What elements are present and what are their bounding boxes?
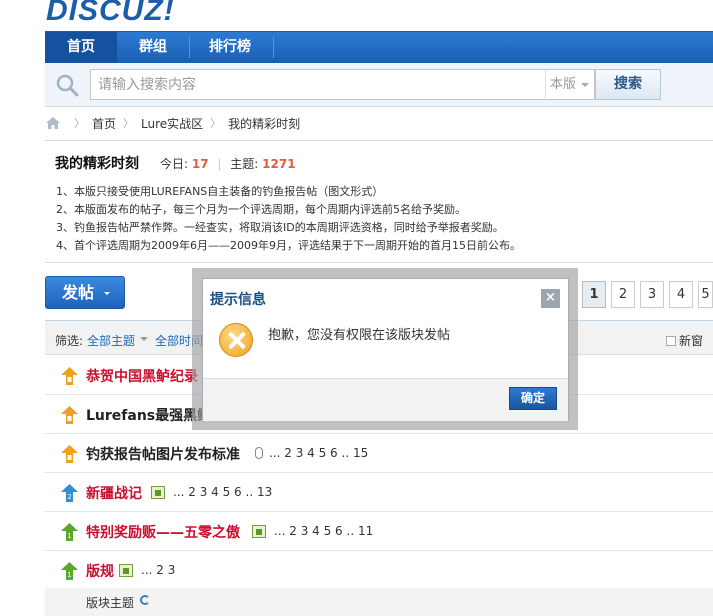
search-icon bbox=[56, 74, 79, 97]
rule-line: 2、本版面发布的帖子，每三个月为一个评选周期，每个周期内评选前5名给予奖励。 bbox=[56, 203, 466, 216]
thread-title[interactable]: 特别奖励贩——五零之傲 bbox=[86, 522, 240, 542]
stats-divider: | bbox=[217, 157, 222, 171]
thread-page-links[interactable]: ... 2 3 4 5 6 .. 15 bbox=[269, 446, 368, 460]
forum-title[interactable]: 我的精彩时刻 bbox=[55, 153, 139, 173]
rule-line: 4、首个评选周期为2009年6月——2009年9月，评选结果于下一周期开始的首月… bbox=[56, 239, 521, 252]
page-4[interactable]: 4 bbox=[669, 281, 693, 308]
announcement-icon bbox=[61, 445, 78, 463]
sticky-green-icon: 1 bbox=[61, 523, 78, 541]
close-icon[interactable]: × bbox=[541, 289, 560, 308]
announcement-icon bbox=[61, 367, 78, 385]
new-post-button[interactable]: 发帖 bbox=[45, 276, 125, 309]
search-scope-label: 本版 bbox=[550, 77, 577, 92]
filter-all-topics[interactable]: 全部主题 bbox=[87, 332, 135, 349]
breadcrumb-current[interactable]: 我的精彩时刻 bbox=[228, 115, 300, 132]
error-icon bbox=[219, 323, 253, 357]
topics-count: 1271 bbox=[262, 157, 296, 171]
rule-line: 3、钓鱼报告帖严禁作弊。一经查实，将取消该ID的本周期评选资格，同时给予举报者奖… bbox=[56, 221, 504, 234]
breadcrumb-home[interactable]: 首页 bbox=[92, 115, 116, 132]
breadcrumb-separator: 〉 bbox=[74, 117, 85, 130]
forum-rules: 1、本版只接受使用LUREFANS自主装备的钓鱼报告帖（图文形式） 2、本版面发… bbox=[56, 183, 521, 255]
thread-title[interactable]: 钓获报告帖图片发布标准 bbox=[86, 444, 240, 464]
thread-pages: ... 2 3 bbox=[119, 563, 175, 577]
breadcrumb-lure[interactable]: Lure实战区 bbox=[141, 115, 203, 132]
new-window-label: 新窗 bbox=[679, 334, 704, 348]
sticky-blue-icon: 2 bbox=[61, 484, 78, 502]
today-count: 17 bbox=[191, 157, 209, 171]
rule-line: 1、本版只接受使用LUREFANS自主装备的钓鱼报告帖（图文形式） bbox=[56, 185, 384, 198]
nav-ranking[interactable]: 排行榜 bbox=[190, 32, 270, 63]
chevron-down-icon[interactable] bbox=[140, 337, 148, 341]
new-window-toggle[interactable]: 新窗 bbox=[666, 332, 703, 349]
board-topics-label[interactable]: 版块主题 bbox=[86, 594, 134, 611]
main-nav: 首页 群组 排行榜 bbox=[45, 31, 713, 63]
page-5[interactable]: 5 bbox=[698, 281, 713, 308]
thread-pages: ... 2 3 4 5 6 .. 15 bbox=[255, 446, 368, 460]
search-scope-select[interactable]: 本版 bbox=[545, 69, 595, 100]
breadcrumb: 〉 首页 〉 Lure实战区 〉 我的精彩时刻 bbox=[45, 114, 300, 132]
svg-text:2: 2 bbox=[67, 493, 71, 501]
new-post-label: 发帖 bbox=[62, 283, 95, 302]
thread-row: 钓获报告帖图片发布标准 ... 2 3 4 5 6 .. 15 bbox=[45, 434, 713, 473]
thread-page-links[interactable]: ... 2 3 4 5 6 .. 11 bbox=[274, 524, 373, 538]
breadcrumb-separator: 〉 bbox=[123, 117, 135, 130]
thread-row: 2 新疆战记 ... 2 3 4 5 6 .. 13 bbox=[45, 473, 713, 512]
home-icon[interactable] bbox=[45, 116, 61, 130]
thread-page-links[interactable]: ... 2 3 4 5 6 .. 13 bbox=[173, 485, 272, 499]
thread-title[interactable]: 新疆战记 bbox=[86, 483, 142, 503]
forum-stats: 今日: 17 | 主题: 1271 bbox=[160, 155, 296, 172]
search-button[interactable]: 搜索 bbox=[595, 69, 661, 100]
forum-header: 我的精彩时刻 今日: 17 | 主题: 1271 1、本版只接受使用LUREFA… bbox=[45, 140, 713, 263]
page-1[interactable]: 1 bbox=[582, 281, 606, 308]
nav-groups[interactable]: 群组 bbox=[117, 32, 189, 63]
permission-dialog: 提示信息 × 抱歉，您没有权限在该版块发帖 确定 bbox=[202, 278, 569, 421]
chevron-down-icon bbox=[581, 83, 589, 87]
nav-divider bbox=[273, 37, 274, 58]
thread-title[interactable]: 恭贺中国黑鲈纪录 bbox=[86, 366, 198, 386]
thread-row: 1 版规 ... 2 3 bbox=[45, 551, 713, 590]
dialog-footer: 确定 bbox=[203, 378, 568, 421]
attachment-icon bbox=[255, 447, 263, 459]
page-2[interactable]: 2 bbox=[611, 281, 635, 308]
image-attachment-icon bbox=[151, 485, 165, 499]
chevron-down-icon bbox=[104, 292, 110, 295]
thread-pages: ... 2 3 4 5 6 .. 13 bbox=[151, 485, 272, 499]
announcement-icon bbox=[61, 406, 78, 424]
thread-pages: ... 2 3 4 5 6 .. 11 bbox=[252, 524, 373, 538]
svg-text:1: 1 bbox=[67, 532, 71, 540]
discuz-logo[interactable]: DISCUZ! bbox=[46, 0, 175, 28]
page-3[interactable]: 3 bbox=[640, 281, 664, 308]
filter-label: 筛选: bbox=[55, 334, 84, 348]
search-bar: 本版 搜索 bbox=[45, 63, 713, 107]
new-window-checkbox[interactable] bbox=[666, 336, 676, 346]
sticky-green-icon: 1 bbox=[61, 562, 78, 580]
breadcrumb-separator: 〉 bbox=[210, 117, 222, 130]
today-label: 今日: bbox=[160, 157, 189, 171]
svg-text:1: 1 bbox=[67, 571, 71, 579]
search-input[interactable] bbox=[90, 69, 546, 100]
thread-page-links[interactable]: ... 2 3 bbox=[141, 563, 175, 577]
image-attachment-icon bbox=[119, 563, 133, 577]
confirm-button[interactable]: 确定 bbox=[509, 387, 557, 410]
refresh-icon[interactable] bbox=[140, 595, 150, 605]
board-topics-footer: 版块主题 bbox=[45, 588, 713, 616]
topics-label: 主题: bbox=[230, 157, 259, 171]
thread-title[interactable]: 版规 bbox=[86, 561, 114, 581]
thread-row: 1 特别奖励贩——五零之傲 ... 2 3 4 5 6 .. 11 bbox=[45, 512, 713, 551]
dialog-title: 提示信息 bbox=[210, 292, 266, 308]
nav-home[interactable]: 首页 bbox=[45, 32, 117, 63]
image-attachment-icon bbox=[252, 524, 266, 538]
dialog-message: 抱歉，您没有权限在该版块发帖 bbox=[268, 328, 451, 343]
